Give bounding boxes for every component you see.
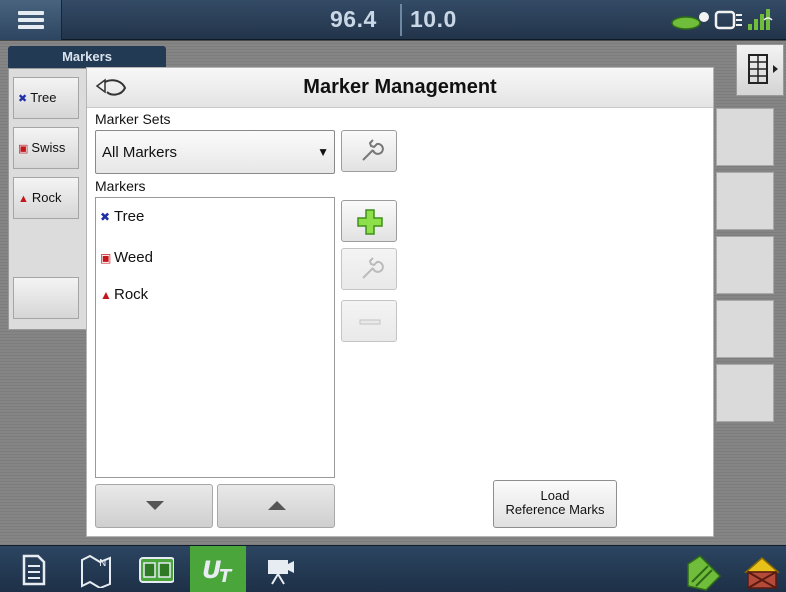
swiss-cross-icon: ▣ bbox=[18, 143, 29, 155]
readout-divider bbox=[400, 4, 402, 36]
coverage-icon bbox=[687, 555, 722, 591]
coverage-toggle-button[interactable] bbox=[672, 546, 728, 592]
side-marker-rock-button[interactable]: ▲ Rock bbox=[13, 177, 79, 219]
display-link-icon[interactable] bbox=[714, 10, 742, 30]
minus-icon bbox=[359, 319, 381, 325]
list-item-label: Weed bbox=[114, 249, 153, 266]
move-down-button[interactable] bbox=[95, 484, 213, 528]
load-button-line2: Reference Marks bbox=[505, 502, 605, 517]
background-cell bbox=[716, 300, 774, 358]
top-status-bar: 96.4 10.0 bbox=[0, 0, 786, 40]
marker-side-panel: ✖ Tree ▣ Swiss ▲ Rock bbox=[8, 68, 88, 330]
background-cell bbox=[716, 236, 774, 294]
edit-marker-button[interactable] bbox=[341, 248, 397, 290]
edit-marker-set-button[interactable] bbox=[341, 130, 397, 172]
gps-signal-icon[interactable] bbox=[748, 9, 773, 30]
marker-management-dialog: Marker Management Marker Sets All Marker… bbox=[86, 67, 714, 537]
camera-icon bbox=[268, 560, 294, 585]
side-marker-label: Rock bbox=[31, 190, 62, 205]
cross-icon: ✖ bbox=[18, 93, 28, 105]
list-item-rock[interactable]: ▲ Rock bbox=[100, 286, 148, 303]
split-view-icon bbox=[139, 557, 174, 583]
no-coverage-icon bbox=[744, 557, 780, 589]
camera-button[interactable] bbox=[254, 546, 310, 592]
triangle-icon: ▲ bbox=[18, 193, 29, 205]
cross-icon: ✖ bbox=[100, 210, 111, 224]
svg-text:N: N bbox=[99, 558, 106, 569]
list-item-weed[interactable]: ▣ Weed bbox=[100, 249, 153, 266]
dialog-header: Marker Management bbox=[87, 68, 713, 108]
background-cell bbox=[716, 108, 774, 166]
universal-terminal-button[interactable]: U T bbox=[190, 546, 246, 592]
secondary-readout: 10.0 bbox=[410, 6, 457, 32]
status-icons bbox=[668, 6, 778, 34]
layout-grid-button[interactable] bbox=[736, 44, 784, 96]
markers-list[interactable]: ✖ Tree ▣ Weed ▲ Rock bbox=[95, 197, 335, 478]
grid-icon bbox=[748, 54, 778, 84]
svg-text:T: T bbox=[219, 566, 233, 587]
background-cell bbox=[716, 172, 774, 230]
down-arrow-icon bbox=[146, 501, 164, 510]
ut-icon: U T bbox=[202, 556, 233, 587]
side-back-button[interactable] bbox=[13, 277, 79, 319]
split-view-button[interactable] bbox=[128, 546, 184, 592]
swiss-cross-icon: ▣ bbox=[100, 251, 112, 265]
marker-set-value: All Markers bbox=[102, 144, 178, 161]
side-marker-label: Tree bbox=[30, 90, 57, 105]
dropdown-arrow-icon: ▼ bbox=[317, 145, 329, 159]
remove-marker-button[interactable] bbox=[341, 300, 397, 342]
marker-sets-label: Marker Sets bbox=[95, 111, 171, 127]
plus-icon bbox=[357, 209, 383, 235]
implement-icon[interactable] bbox=[671, 12, 709, 30]
background-cell bbox=[716, 364, 774, 422]
triangle-icon: ▲ bbox=[100, 288, 112, 302]
move-up-button[interactable] bbox=[217, 484, 335, 528]
marker-set-dropdown[interactable]: All Markers ▼ bbox=[95, 130, 335, 174]
side-marker-swiss-button[interactable]: ▣ Swiss bbox=[13, 127, 79, 169]
up-arrow-icon bbox=[268, 501, 286, 510]
wrench-icon bbox=[362, 257, 384, 279]
bottom-navigation-bar: N U T bbox=[0, 545, 786, 592]
list-item-label: Tree bbox=[114, 208, 145, 225]
load-reference-marks-button[interactable]: Load Reference Marks bbox=[493, 480, 617, 528]
master-switch-button[interactable] bbox=[730, 546, 786, 592]
field-map-button[interactable]: N bbox=[68, 546, 124, 592]
list-item-label: Rock bbox=[114, 286, 149, 303]
side-marker-tree-button[interactable]: ✖ Tree bbox=[13, 77, 79, 119]
speed-readout: 96.4 bbox=[330, 6, 377, 32]
add-marker-button[interactable] bbox=[341, 200, 397, 242]
field-map-icon: N bbox=[81, 554, 111, 588]
load-button-line1: Load bbox=[540, 488, 570, 503]
side-marker-label: Swiss bbox=[31, 140, 66, 155]
document-icon bbox=[22, 554, 46, 586]
dialog-title: Marker Management bbox=[303, 76, 497, 98]
markers-tab[interactable]: Markers bbox=[8, 46, 166, 68]
main-menu-button[interactable] bbox=[0, 0, 62, 40]
wrench-icon bbox=[362, 139, 384, 161]
list-item-tree[interactable]: ✖ Tree bbox=[100, 208, 144, 225]
markers-label: Markers bbox=[95, 178, 146, 194]
reports-button[interactable] bbox=[6, 546, 62, 592]
